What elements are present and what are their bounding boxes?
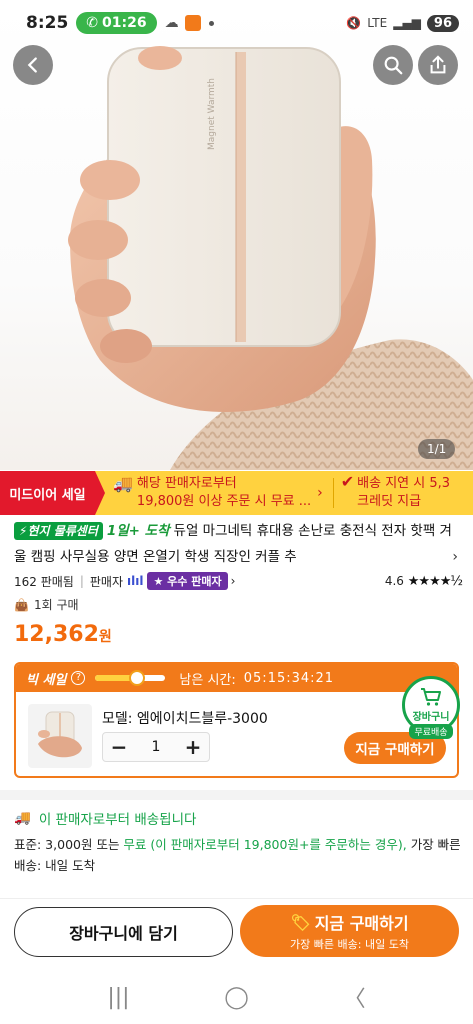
big-sale-header: 빅 세일 ? 남은 시간: 05:15:34:21 <box>16 664 457 692</box>
product-title-block[interactable]: ⚡현지 물류센터 1일+ 도착 듀얼 마그네틱 휴대용 손난로 충전식 전자 핫팩 … <box>14 518 462 570</box>
promo-line: 해당 판매자로부터 <box>136 476 237 491</box>
clock: 8:25 <box>26 13 69 33</box>
sale-tag: 미드이어 세일 <box>0 471 105 515</box>
purchase-count-row: 👜 1회 구매 <box>14 596 79 613</box>
sold-count: 162 판매됨 <box>14 574 74 589</box>
top-seller-badge[interactable]: ★ 우수 판매자 <box>147 572 228 590</box>
big-sale-label: 빅 세일 <box>26 672 67 688</box>
buy-now-button[interactable]: 🏷 지금 구매하기 가장 빠른 배송: 내일 도착 <box>240 905 459 957</box>
price: 12,362원 <box>14 622 112 647</box>
buy-now-sub: 가장 빠른 배송: 내일 도착 <box>290 938 409 951</box>
svg-text:Magnet Warmth: Magnet Warmth <box>207 78 217 150</box>
chevron-left-icon <box>27 57 37 73</box>
chevron-right-icon: › <box>452 549 458 565</box>
check-icon: ✔ <box>340 472 355 491</box>
purchase-count: 1회 구매 <box>33 598 79 612</box>
bag-icon: 👜 <box>14 597 29 612</box>
battery-level: 96 <box>426 14 459 32</box>
sale-progress-bar <box>95 670 166 686</box>
call-time: 01:26 <box>102 15 147 31</box>
promo-line: 크레딧 지급 <box>357 494 422 509</box>
seller-label: 판매자 <box>89 574 124 589</box>
search-button[interactable] <box>373 45 413 85</box>
system-nav-bar: ||| ◯ 〈 <box>0 970 473 1024</box>
divider: | <box>79 574 84 588</box>
promo-strip[interactable]: 미드이어 세일 🚚 해당 판매자로부터 19,800원 이상 주문 시 무료 .… <box>0 471 473 515</box>
back-icon[interactable]: 〈 <box>344 981 366 1013</box>
search-icon <box>384 56 403 75</box>
ongoing-call-pill[interactable]: ✆ 01:26 <box>76 12 157 34</box>
decrease-button[interactable]: − <box>103 733 135 761</box>
cart-icon <box>421 688 441 706</box>
status-bar: 8:25 ✆ 01:26 ☁ 🔇 LTE ▂▄▆ 96 <box>0 0 473 46</box>
timer-label: 남은 시간: <box>179 672 236 688</box>
buy-now-main: 🏷 지금 구매하기 <box>290 910 408 934</box>
truck-icon: 🚚 <box>14 810 31 826</box>
thumbnail-photo <box>38 711 82 758</box>
section-divider <box>0 790 473 800</box>
help-icon[interactable]: ? <box>71 671 86 685</box>
rating-stars: ★★★★½ <box>407 573 463 589</box>
share-icon <box>430 55 446 74</box>
share-button[interactable] <box>418 45 458 85</box>
bottom-action-bar: 장바구니에 담기 🏷 지금 구매하기 가장 빠른 배송: 내일 도착 <box>0 898 473 968</box>
image-counter: 1/1 <box>418 439 456 459</box>
free-shipping-badge: 무료배송 <box>409 724 453 739</box>
more-notifications-dot <box>208 20 214 26</box>
cart-label: 장바구니 <box>412 712 450 723</box>
signal-icon: ▂▄▆ <box>393 16 421 30</box>
promo-divider <box>332 478 334 508</box>
recent-apps-icon[interactable]: ||| <box>107 985 129 1010</box>
app-notification-icon <box>184 15 201 31</box>
shipping-title-text: 이 판매자로부터 배송됩니다 <box>38 812 197 828</box>
home-icon[interactable]: ◯ <box>224 985 249 1010</box>
promo-body[interactable]: 🚚 해당 판매자로부터 19,800원 이상 주문 시 무료 ... › ✔ 배… <box>95 471 473 515</box>
add-to-cart-button[interactable]: 장바구니에 담기 <box>14 907 233 957</box>
truck-icon: 🚚 <box>113 474 133 493</box>
promo-line: 19,800원 이상 주문 시 무료 ... <box>136 494 312 509</box>
tag-icon: 🏷 <box>290 912 311 932</box>
quantity-value[interactable]: 1 <box>135 739 177 755</box>
shipping-standard: 표준: 3,000원 또는 <box>14 837 124 852</box>
product-meta: 162 판매됨 | 판매자 ılıl ★ 우수 판매자 › 4.6 ★★★★½ <box>14 572 463 590</box>
badge-label: 현지 물류센터 <box>27 524 98 538</box>
chevron-right-icon: › <box>317 485 323 501</box>
chevron-right-icon: › <box>230 574 236 588</box>
sale-progress-knob <box>129 670 146 686</box>
phone-icon: ✆ <box>86 15 99 31</box>
countdown-timer: 05:15:34:21 <box>243 670 335 686</box>
delay-credit-promo[interactable]: 배송 지연 시 5,3 크레딧 지급 <box>357 475 450 511</box>
shipping-description: 표준: 3,000원 또는 무료 (이 판매자로부터 19,800원+를 주문하… <box>14 834 464 876</box>
floating-cart-button[interactable]: 장바구니 무료배송 <box>402 676 460 739</box>
promo-line: 배송 지연 시 5,3 <box>357 476 451 491</box>
network-label: LTE <box>367 16 388 30</box>
option-thumbnail[interactable] <box>28 704 92 768</box>
local-warehouse-badge: ⚡현지 물류센터 <box>14 522 103 540</box>
arrival-label: 1일+ 도착 <box>106 523 170 539</box>
rating-value: 4.6 <box>384 573 404 588</box>
price-unit: 원 <box>98 629 112 645</box>
shipping-free-condition: 무료 (이 판매자로부터 19,800원+를 주문하는 경우), <box>123 837 407 852</box>
back-button[interactable] <box>13 45 53 85</box>
product-page: Magnet Warmth 8:25 ✆ 01:26 ☁ 🔇 LTE ▂▄▆ 9… <box>0 0 473 1024</box>
mute-icon: 🔇 <box>346 16 362 30</box>
seller-badge-label: 우수 판매자 <box>167 575 222 588</box>
quantity-stepper: − 1 + <box>102 732 210 762</box>
increase-button[interactable]: + <box>177 733 209 761</box>
selected-model[interactable]: 모델: 엠에이치드블루-3000 <box>102 708 268 728</box>
price-value: 12,362 <box>14 622 99 647</box>
free-shipping-promo[interactable]: 해당 판매자로부터 19,800원 이상 주문 시 무료 ... <box>137 475 311 511</box>
rating[interactable]: 4.6 ★★★★½ <box>384 573 463 589</box>
buy-now-label: 지금 구매하기 <box>314 914 409 933</box>
status-indicators: 🔇 LTE ▂▄▆ 96 <box>346 14 459 32</box>
seller-logo-icon: ılıl <box>127 574 144 588</box>
big-sale-box: 빅 세일 ? 남은 시간: 05:15:34:21 모델: 엠에이치드블루-30… <box>14 662 459 778</box>
cloud-icon: ☁ <box>164 15 179 31</box>
shipping-title[interactable]: 🚚 이 판매자로부터 배송됩니다 <box>14 808 196 828</box>
